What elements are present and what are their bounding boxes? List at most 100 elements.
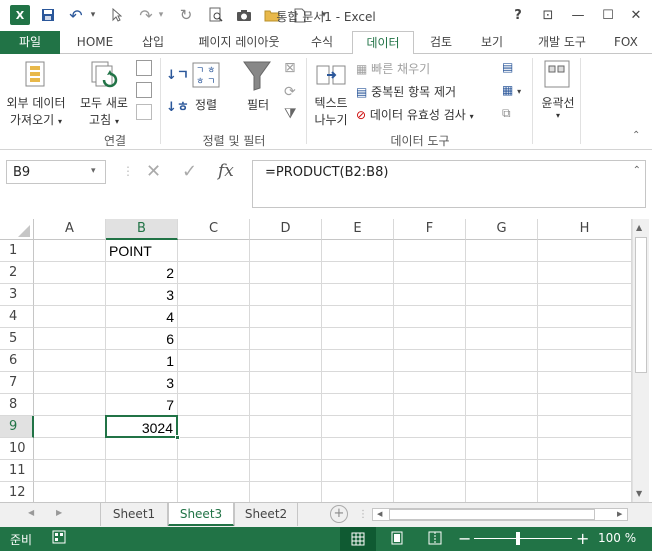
- cell-e8[interactable]: [322, 394, 394, 416]
- cell-h11[interactable]: [538, 460, 632, 482]
- cell-a5[interactable]: [34, 328, 106, 350]
- cell-b7[interactable]: 3: [106, 372, 178, 394]
- cell-b3[interactable]: 3: [106, 284, 178, 306]
- cell-d3[interactable]: [250, 284, 322, 306]
- select-all-button[interactable]: [0, 219, 34, 240]
- cell-h12[interactable]: [538, 482, 632, 502]
- cell-a9[interactable]: [34, 416, 106, 438]
- cell-a10[interactable]: [34, 438, 106, 460]
- tab-fox[interactable]: FOX: [606, 31, 652, 54]
- cell-b1[interactable]: POINT: [106, 240, 178, 262]
- cell-h4[interactable]: [538, 306, 632, 328]
- cell-a12[interactable]: [34, 482, 106, 502]
- cell-g4[interactable]: [466, 306, 538, 328]
- flash-fill-button[interactable]: ▦ 빠른 채우기: [356, 60, 430, 77]
- sort-ascending-icon[interactable]: ↓ㄱ: [166, 64, 189, 83]
- cell-e12[interactable]: [322, 482, 394, 502]
- cell-a4[interactable]: [34, 306, 106, 328]
- cell-g12[interactable]: [466, 482, 538, 502]
- cell-c6[interactable]: [178, 350, 250, 372]
- row-header-6[interactable]: 6: [0, 350, 34, 372]
- cell-b2[interactable]: 2: [106, 262, 178, 284]
- properties-icon[interactable]: [136, 82, 152, 98]
- row-header-1[interactable]: 1: [0, 240, 34, 262]
- tab-formulas[interactable]: 수식: [300, 31, 344, 54]
- worksheet-grid[interactable]: ABCDEFGH 1 2 3 4 5 6 7 8 9 10 11 12 POINT 2 3 4 6 1 3 7 302…: [0, 216, 652, 502]
- relationships-icon[interactable]: ⧉: [502, 106, 511, 121]
- formula-input[interactable]: =PRODUCT(B2:B8) ⌃: [252, 160, 646, 208]
- cell-b12[interactable]: [106, 482, 178, 502]
- cell-e3[interactable]: [322, 284, 394, 306]
- minimize-button[interactable]: —: [566, 4, 590, 26]
- cell-c3[interactable]: [178, 284, 250, 306]
- tab-page-layout[interactable]: 페이지 레이아웃: [186, 31, 292, 54]
- cell-f12[interactable]: [394, 482, 466, 502]
- cell-b10[interactable]: [106, 438, 178, 460]
- normal-view-button[interactable]: [340, 527, 376, 551]
- cell-c4[interactable]: [178, 306, 250, 328]
- zoom-out-icon[interactable]: −: [458, 529, 471, 548]
- sheet-tab-sheet2[interactable]: Sheet2: [234, 503, 298, 526]
- cell-b8[interactable]: 7: [106, 394, 178, 416]
- column-header-e[interactable]: E: [322, 219, 394, 240]
- scroll-right-icon[interactable]: ▶: [617, 510, 622, 518]
- cell-h5[interactable]: [538, 328, 632, 350]
- cancel-icon[interactable]: ✕: [146, 161, 161, 182]
- column-header-f[interactable]: F: [394, 219, 466, 240]
- cell-h10[interactable]: [538, 438, 632, 460]
- next-sheet-icon[interactable]: ▶: [56, 508, 62, 517]
- cell-d8[interactable]: [250, 394, 322, 416]
- row-header-3[interactable]: 3: [0, 284, 34, 306]
- cell-f4[interactable]: [394, 306, 466, 328]
- scroll-left-icon[interactable]: ◀: [377, 510, 382, 518]
- cell-e1[interactable]: [322, 240, 394, 262]
- cell-g11[interactable]: [466, 460, 538, 482]
- cell-d11[interactable]: [250, 460, 322, 482]
- tab-splitter-icon[interactable]: ⋮: [358, 509, 368, 520]
- connections-icon[interactable]: [136, 60, 152, 76]
- consolidate-icon[interactable]: ▤: [502, 60, 513, 74]
- cell-h9[interactable]: [538, 416, 632, 438]
- column-header-d[interactable]: D: [250, 219, 322, 240]
- cell-e6[interactable]: [322, 350, 394, 372]
- edit-links-icon[interactable]: [136, 104, 152, 120]
- enter-icon[interactable]: ✓: [182, 161, 197, 182]
- column-header-b[interactable]: B: [106, 219, 178, 240]
- cell-e9[interactable]: [322, 416, 394, 438]
- clear-filter-icon[interactable]: ⊠: [284, 60, 296, 76]
- get-external-data-button[interactable]: 외부 데이터 가져오기 ▾: [0, 94, 72, 128]
- vertical-scrollbar[interactable]: ▲ ▼: [632, 219, 649, 502]
- scroll-thumb[interactable]: [635, 237, 647, 373]
- zoom-slider[interactable]: [474, 538, 572, 539]
- refresh-all-button[interactable]: 모두 새로 고침 ▾: [74, 94, 134, 128]
- row-header-7[interactable]: 7: [0, 372, 34, 394]
- filter-button[interactable]: 필터: [236, 96, 280, 113]
- row-header-12[interactable]: 12: [0, 482, 34, 502]
- sheet-tab-sheet3[interactable]: Sheet3: [168, 503, 234, 526]
- cell-a11[interactable]: [34, 460, 106, 482]
- column-header-c[interactable]: C: [178, 219, 250, 240]
- cell-c7[interactable]: [178, 372, 250, 394]
- tab-developer[interactable]: 개발 도구: [524, 31, 600, 54]
- cell-g1[interactable]: [466, 240, 538, 262]
- remove-duplicates-button[interactable]: ▤ 중복된 항목 제거: [356, 83, 456, 100]
- cell-e7[interactable]: [322, 372, 394, 394]
- scroll-down-icon[interactable]: ▼: [636, 489, 642, 498]
- cell-g5[interactable]: [466, 328, 538, 350]
- row-header-11[interactable]: 11: [0, 460, 34, 482]
- cell-f9[interactable]: [394, 416, 466, 438]
- row-header-10[interactable]: 10: [0, 438, 34, 460]
- column-header-a[interactable]: A: [34, 219, 106, 240]
- cell-f11[interactable]: [394, 460, 466, 482]
- cell-f10[interactable]: [394, 438, 466, 460]
- scroll-up-icon[interactable]: ▲: [636, 223, 642, 232]
- sheet-tab-sheet1[interactable]: Sheet1: [100, 503, 168, 526]
- name-box[interactable]: B9 ▾: [6, 160, 106, 184]
- cell-h8[interactable]: [538, 394, 632, 416]
- page-layout-view-icon[interactable]: [390, 531, 404, 548]
- page-break-preview-icon[interactable]: [428, 531, 442, 548]
- cell-f3[interactable]: [394, 284, 466, 306]
- cell-a8[interactable]: [34, 394, 106, 416]
- cell-c2[interactable]: [178, 262, 250, 284]
- cell-g3[interactable]: [466, 284, 538, 306]
